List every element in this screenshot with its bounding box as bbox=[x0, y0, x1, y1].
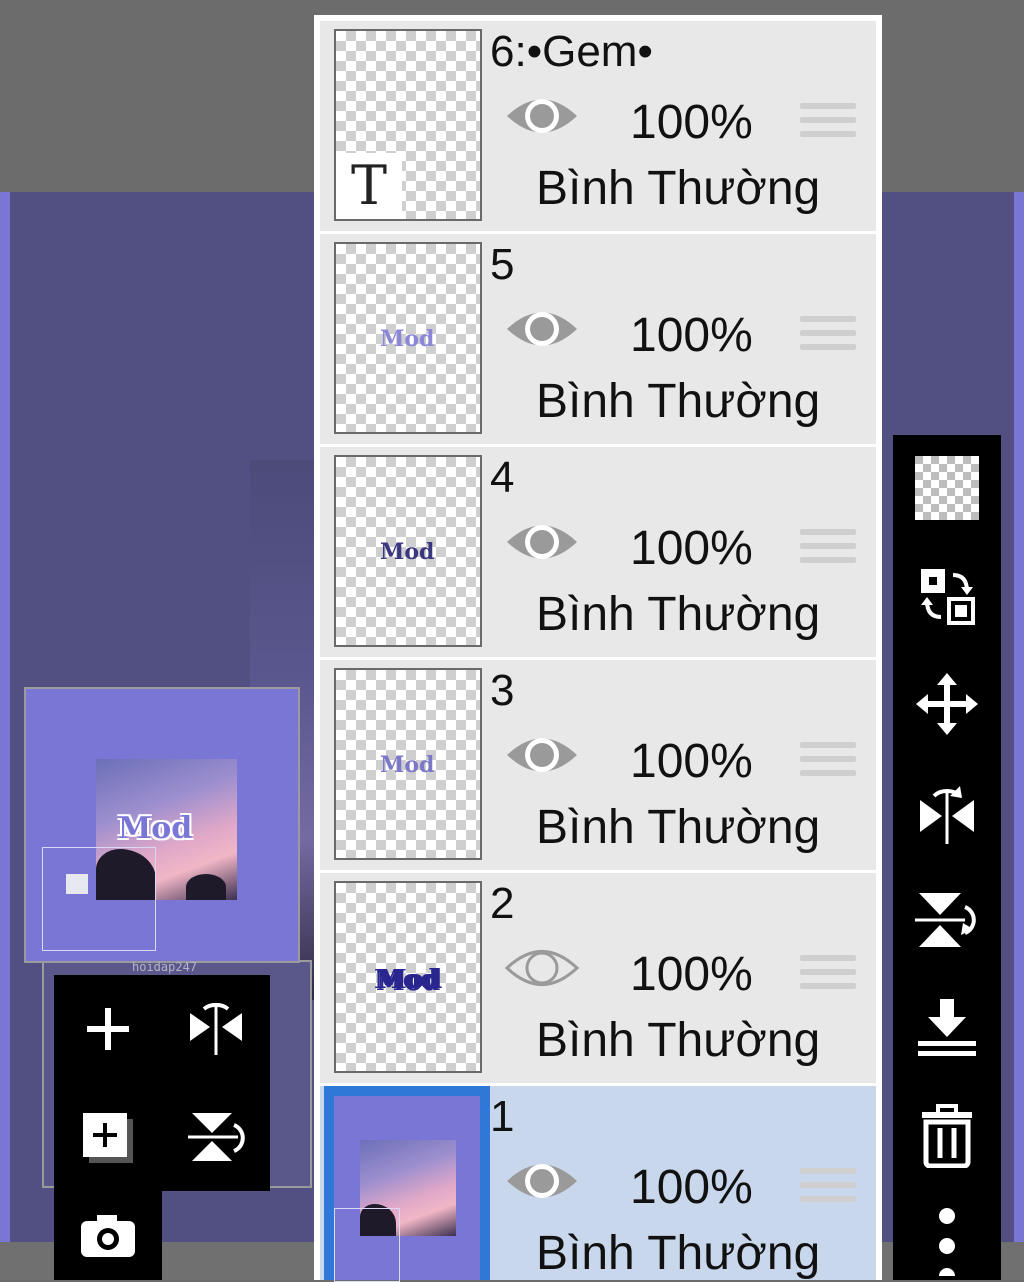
layer-blend-mode[interactable]: Bình Thường bbox=[536, 1226, 820, 1281]
layer-blend-mode[interactable]: Bình Thường bbox=[536, 800, 820, 855]
layer-thumbnail[interactable]: T bbox=[334, 29, 482, 221]
more-options-button[interactable] bbox=[893, 1191, 1001, 1280]
layer-opacity[interactable]: 100% bbox=[630, 308, 753, 363]
layer-opacity[interactable]: 100% bbox=[630, 95, 753, 150]
layers-panel: T 6:•Gem• 100% Bình Thường Mod 5 100% Bì… bbox=[314, 15, 882, 1282]
add-copy-layer-icon bbox=[83, 1113, 133, 1163]
layer-opacity[interactable]: 100% bbox=[630, 734, 753, 789]
logo-solid-icon: Mod bbox=[376, 965, 441, 995]
canvas-preview[interactable]: Mod bbox=[24, 687, 300, 963]
layer-blend-mode[interactable]: Bình Thường bbox=[536, 161, 820, 216]
merge-down-button[interactable] bbox=[893, 975, 1001, 1080]
layer-name: 6:•Gem• bbox=[490, 27, 653, 76]
layer-blend-mode[interactable]: Bình Thường bbox=[536, 374, 820, 429]
flip-horizontal-icon bbox=[190, 1002, 242, 1055]
layer-thumbnail[interactable]: Mod bbox=[334, 668, 482, 860]
trash-icon bbox=[922, 1103, 972, 1168]
preview-logo: Mod bbox=[118, 811, 193, 846]
visibility-eye-hidden-icon[interactable] bbox=[504, 943, 580, 993]
swap-layers-icon bbox=[921, 568, 975, 625]
layer-opacity[interactable]: 100% bbox=[630, 947, 753, 1002]
layer-thumbnail[interactable]: Mod bbox=[334, 881, 482, 1073]
merge-down-icon bbox=[918, 998, 976, 1056]
left-tool-palette-lower bbox=[54, 1191, 162, 1280]
add-copy-layer-button[interactable] bbox=[54, 1083, 162, 1191]
visibility-eye-icon[interactable] bbox=[504, 730, 580, 780]
flip-vertical-icon bbox=[915, 892, 976, 947]
layer-row[interactable]: Mod 3 100% Bình Thường bbox=[320, 660, 876, 870]
delete-layer-button[interactable] bbox=[893, 1083, 1001, 1188]
more-icon bbox=[939, 1207, 955, 1276]
layer-name: 2 bbox=[490, 879, 515, 928]
camera-icon bbox=[81, 1214, 135, 1257]
drag-handle-icon[interactable] bbox=[800, 742, 856, 784]
move-icon bbox=[916, 672, 978, 735]
drag-handle-icon[interactable] bbox=[800, 529, 856, 571]
layer-thumbnail[interactable]: Mod bbox=[334, 242, 482, 434]
layer-row[interactable]: Mod 2 100% Bình Thường bbox=[320, 873, 876, 1083]
move-button[interactable] bbox=[893, 651, 1001, 756]
drag-handle-icon[interactable] bbox=[800, 955, 856, 997]
add-layer-icon bbox=[87, 1008, 129, 1050]
logo-light-icon: Mod bbox=[380, 752, 435, 778]
layer-blend-mode[interactable]: Bình Thường bbox=[536, 1013, 820, 1068]
transparent-background-button[interactable] bbox=[893, 435, 1001, 540]
photo-icon bbox=[334, 1096, 480, 1282]
camera-button[interactable] bbox=[54, 1191, 162, 1280]
right-toolbar bbox=[893, 435, 1001, 1280]
layer-row[interactable]: Mod 5 100% Bình Thường bbox=[320, 234, 876, 444]
layer-opacity[interactable]: 100% bbox=[630, 1160, 753, 1215]
layer-blend-mode[interactable]: Bình Thường bbox=[536, 587, 820, 642]
text-layer-icon: T bbox=[336, 153, 402, 219]
visibility-eye-icon[interactable] bbox=[504, 1156, 580, 1206]
logo-outline-icon: Mod bbox=[380, 326, 435, 352]
drag-handle-icon[interactable] bbox=[800, 1168, 856, 1210]
flip-horizontal-button[interactable] bbox=[162, 975, 270, 1083]
left-tool-palette bbox=[54, 975, 270, 1191]
preview-caption: hoidap247 bbox=[132, 960, 198, 974]
visibility-eye-icon[interactable] bbox=[504, 517, 580, 567]
flip-vertical-button[interactable] bbox=[162, 1083, 270, 1191]
drag-handle-icon[interactable] bbox=[800, 316, 856, 358]
layer-thumbnail[interactable]: Mod bbox=[334, 455, 482, 647]
add-layer-button[interactable] bbox=[54, 975, 162, 1083]
canvas-edge-left bbox=[0, 192, 10, 1242]
layer-row-selected[interactable]: 1 100% Bình Thường bbox=[320, 1086, 876, 1282]
logo-dark-icon: Mod bbox=[380, 539, 435, 565]
flip-vertical-icon bbox=[188, 1113, 245, 1161]
flip-horizontal-button[interactable] bbox=[893, 759, 1001, 864]
swap-layers-button[interactable] bbox=[893, 543, 1001, 648]
flip-vertical-button[interactable] bbox=[893, 867, 1001, 972]
flip-horizontal-icon bbox=[920, 785, 974, 844]
tree-silhouette bbox=[186, 874, 226, 900]
layer-thumbnail[interactable] bbox=[324, 1086, 490, 1282]
transparent-icon bbox=[915, 455, 979, 520]
layer-name: 1 bbox=[490, 1092, 515, 1141]
layer-row[interactable]: T 6:•Gem• 100% Bình Thường bbox=[320, 21, 876, 231]
visibility-eye-icon[interactable] bbox=[504, 91, 580, 141]
layer-name: 3 bbox=[490, 666, 515, 715]
canvas-edge-right bbox=[1014, 192, 1024, 1242]
layer-name: 4 bbox=[490, 453, 515, 502]
layer-row[interactable]: Mod 4 100% Bình Thường bbox=[320, 447, 876, 657]
layer-opacity[interactable]: 100% bbox=[630, 521, 753, 576]
layer-name: 5 bbox=[490, 240, 515, 289]
selection-box[interactable] bbox=[42, 847, 156, 951]
drag-handle-icon[interactable] bbox=[800, 103, 856, 145]
visibility-eye-icon[interactable] bbox=[504, 304, 580, 354]
